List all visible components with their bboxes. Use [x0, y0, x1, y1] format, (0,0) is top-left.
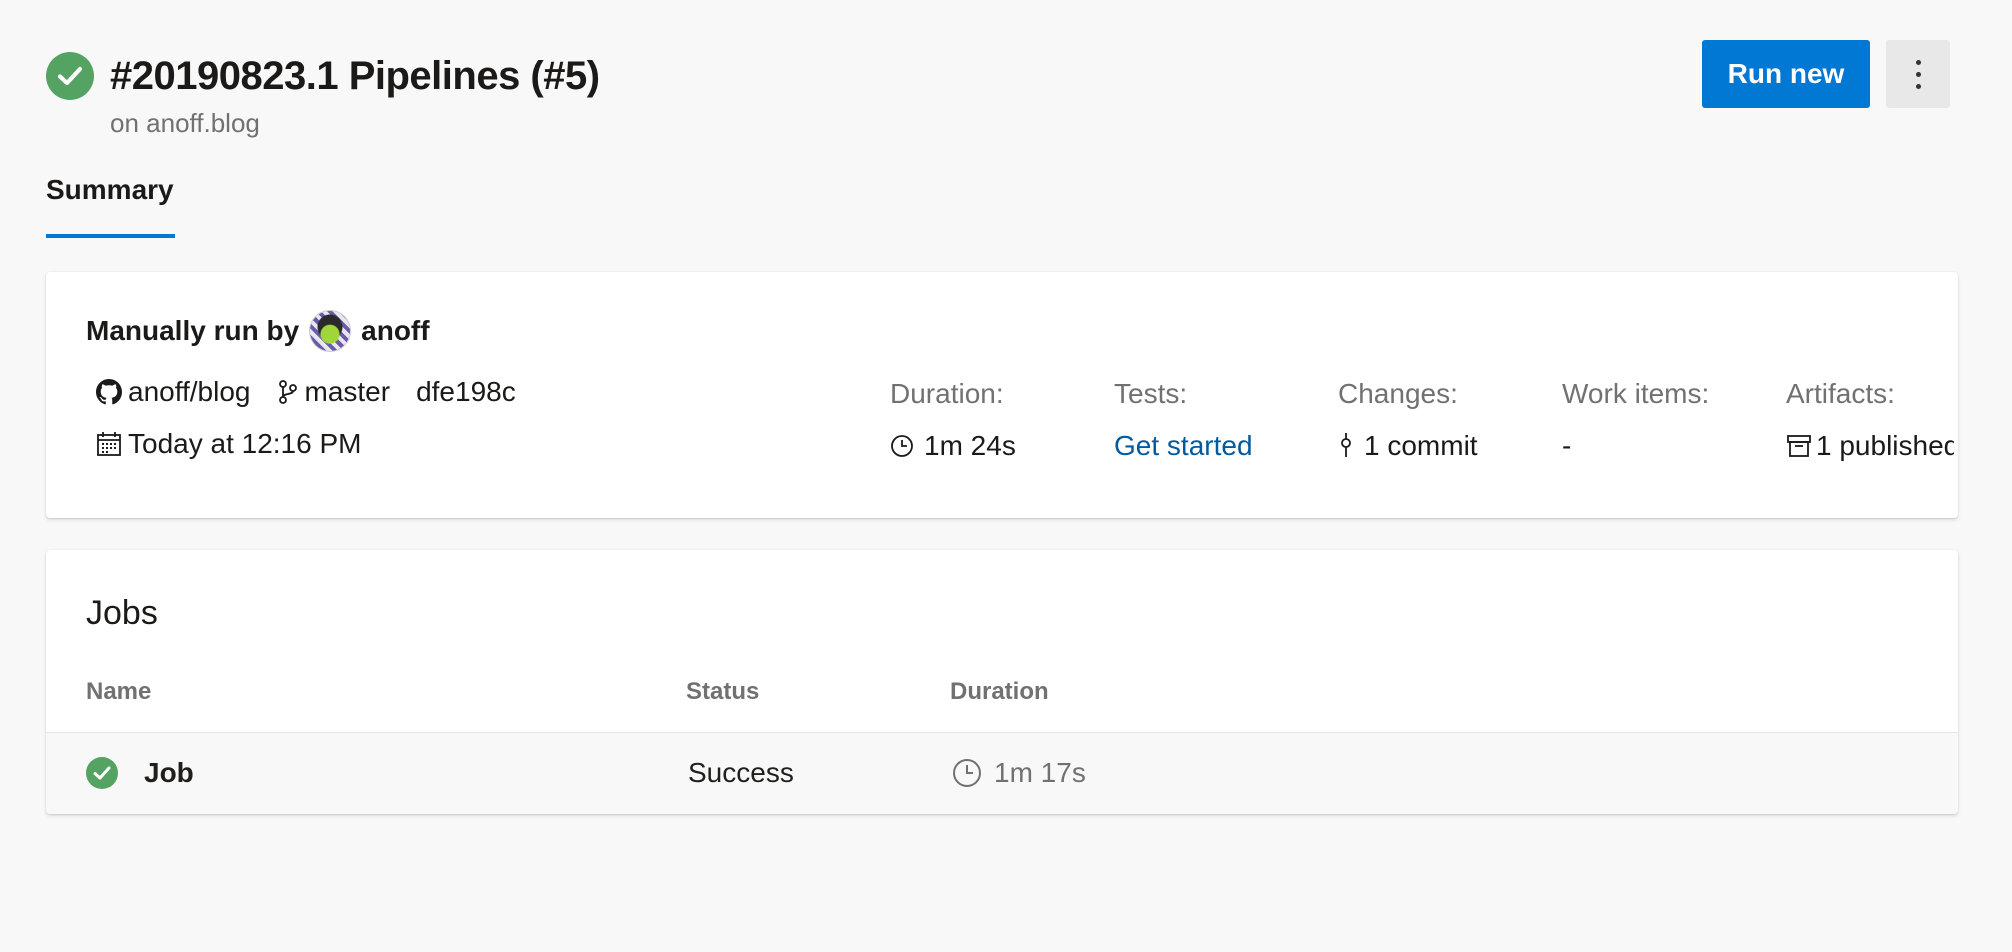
page-title: #20190823.1 Pipelines (#5)	[110, 54, 600, 98]
clock-icon	[890, 434, 914, 458]
stat-changes: Changes: 1 commit	[1338, 378, 1478, 462]
triggered-by-label: Manually run by	[86, 315, 300, 346]
stat-duration: Duration: 1m 24s	[890, 378, 1016, 462]
stat-tests: Tests: Get started	[1114, 378, 1253, 462]
stat-duration-label: Duration:	[890, 378, 1004, 409]
success-status-icon	[46, 52, 94, 100]
stat-work-items-label: Work items:	[1562, 378, 1710, 409]
stat-tests-label: Tests:	[1114, 378, 1188, 409]
calendar-icon	[96, 431, 122, 457]
stat-artifacts: Artifacts: 1 published	[1786, 378, 1954, 462]
jobs-card: Jobs Name Status Duration Job Success 1m…	[46, 550, 1958, 814]
job-status: Success	[688, 757, 794, 788]
tab-selected-indicator	[46, 234, 175, 238]
github-icon	[96, 379, 122, 405]
triggered-by-user[interactable]: anoff	[361, 315, 429, 347]
job-name: Job	[144, 757, 194, 788]
avatar[interactable]	[309, 310, 352, 352]
summary-card: Manually run by anoff anoff/blog master …	[46, 272, 1958, 518]
run-date-text: Today at 12:16 PM	[128, 428, 362, 459]
stat-duration-value: 1m 24s	[924, 430, 1016, 461]
run-new-button[interactable]: Run new	[1702, 40, 1870, 108]
clock-icon	[952, 758, 982, 788]
artifacts-link[interactable]: 1 published	[1816, 430, 1954, 462]
branch-icon	[277, 379, 299, 405]
jobs-section-title: Jobs	[86, 594, 158, 632]
changes-link[interactable]: 1 commit	[1364, 430, 1478, 462]
job-duration-value: 1m 17s	[994, 757, 1086, 788]
branch-name[interactable]: master	[305, 376, 391, 408]
commit-hash[interactable]: dfe198c	[416, 376, 516, 408]
run-date: Today at 12:16 PM	[96, 428, 361, 460]
column-header-status: Status	[686, 678, 760, 705]
success-status-icon	[86, 757, 118, 789]
more-actions-button[interactable]	[1886, 40, 1950, 108]
page-header: #20190823.1 Pipelines (#5) on anoff.blog…	[46, 40, 1950, 150]
repo-link[interactable]: anoff/blog	[128, 376, 251, 408]
tab-summary[interactable]: Summary	[46, 174, 174, 206]
stat-artifacts-label: Artifacts:	[1786, 378, 1895, 409]
work-items-value: -	[1562, 430, 1572, 461]
commit-icon	[1338, 433, 1354, 459]
job-duration: 1m 17s	[952, 757, 1086, 789]
stat-work-items: Work items: -	[1562, 378, 1709, 462]
artifact-icon	[1786, 434, 1812, 458]
tests-get-started-link[interactable]: Get started	[1114, 430, 1253, 462]
table-row[interactable]: Job Success 1m 17s	[46, 732, 1958, 814]
triggered-by: Manually run by anoff	[86, 310, 430, 352]
column-header-duration: Duration	[950, 678, 1049, 705]
page-subtitle: on anoff.blog	[110, 108, 260, 138]
column-header-name: Name	[86, 678, 152, 705]
stat-changes-label: Changes:	[1338, 378, 1458, 409]
source-info: anoff/blog master dfe198c	[96, 376, 516, 408]
